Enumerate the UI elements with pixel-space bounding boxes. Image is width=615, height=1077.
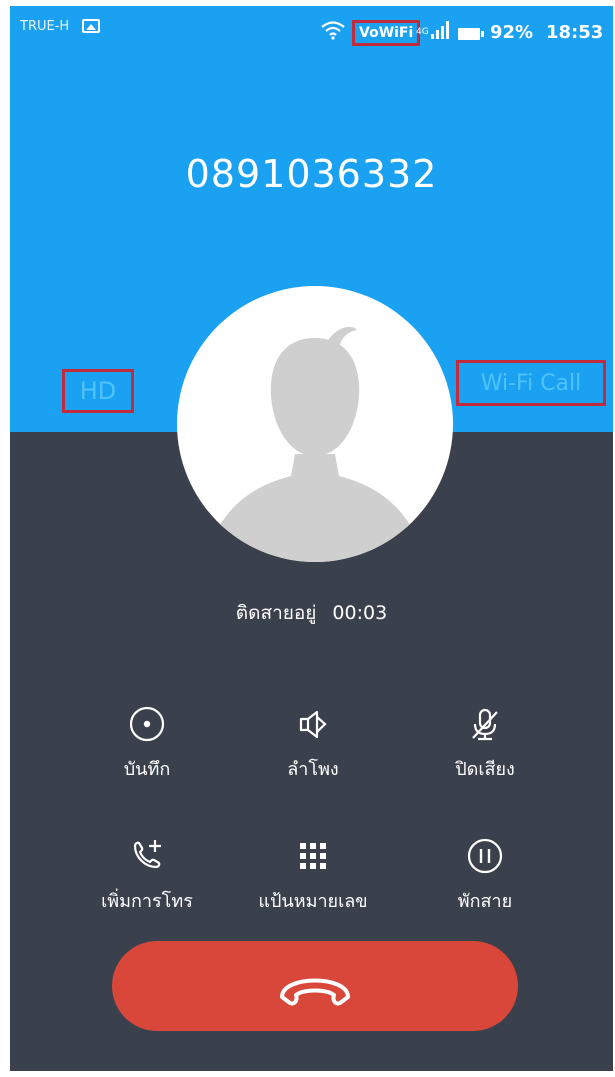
call-status: ติดสายอยู่ 00:03 — [10, 598, 613, 628]
hang-up-icon — [280, 978, 350, 1006]
battery-percentage: 92% — [490, 22, 534, 43]
speaker-button[interactable]: ลำโพง — [238, 704, 388, 783]
dialpad-icon — [300, 843, 326, 869]
network-type: 4G — [416, 27, 429, 37]
battery-icon — [458, 28, 484, 40]
add-call-button[interactable]: เพิ่มการโทร — [72, 836, 222, 915]
gallery-notification-icon — [82, 19, 100, 33]
carrier-label: TRUE-H — [20, 19, 70, 34]
mute-button[interactable]: ปิดเสียง — [410, 704, 560, 783]
hold-button[interactable]: พักสาย — [410, 836, 560, 915]
signal-strength-icon — [431, 21, 449, 39]
mute-label: ปิดเสียง — [455, 759, 515, 780]
record-button[interactable]: บันทึก — [72, 704, 222, 783]
in-call-screen: TRUE-H VoWiFi 4G 92% 18:53 0891036332 HD… — [10, 6, 613, 1071]
status-bar: TRUE-H VoWiFi 4G 92% 18:53 — [10, 6, 613, 56]
mute-icon — [472, 708, 498, 741]
vowifi-indicator: VoWiFi — [352, 20, 421, 46]
dialpad-button[interactable]: แป้นหมายเลข — [238, 836, 388, 915]
hold-icon — [467, 838, 503, 874]
wifi-icon — [321, 21, 345, 40]
record-label: บันทึก — [123, 759, 171, 780]
add-call-label: เพิ่มการโทร — [101, 891, 193, 912]
speaker-icon — [299, 710, 327, 739]
wifi-call-badge: Wi-Fi Call — [456, 360, 606, 406]
status-clock: 18:53 — [546, 22, 604, 43]
call-state-label: ติดสายอยู่ — [235, 602, 317, 624]
hd-voice-badge: HD — [62, 369, 134, 413]
speaker-label: ลำโพง — [287, 759, 339, 780]
caller-number: 0891036332 — [185, 152, 438, 196]
record-icon — [129, 706, 165, 742]
dialpad-label: แป้นหมายเลข — [258, 891, 368, 912]
call-duration: 00:03 — [332, 602, 388, 624]
add-call-icon — [133, 840, 161, 869]
hold-label: พักสาย — [457, 891, 513, 912]
contact-avatar — [177, 286, 453, 562]
default-person-icon — [203, 326, 427, 562]
end-call-button[interactable] — [112, 941, 518, 1031]
